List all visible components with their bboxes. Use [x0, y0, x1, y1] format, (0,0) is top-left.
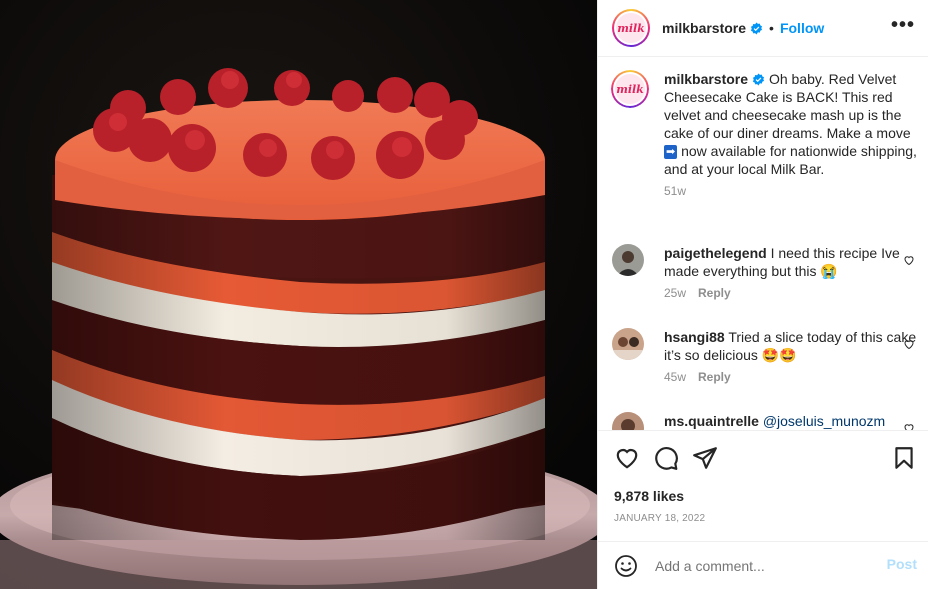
comment-body: ms.quaintrelle @joseluis_munozm: [664, 412, 917, 430]
author-username[interactable]: milkbarstore: [662, 20, 746, 36]
caption-meta: 51w: [664, 184, 917, 198]
caption-timestamp[interactable]: 51w: [664, 184, 686, 198]
comment-username[interactable]: hsangi88: [664, 329, 725, 345]
comment-like-heart-icon[interactable]: [903, 338, 915, 350]
bookmark-icon[interactable]: [891, 445, 917, 471]
caption-text-2: now available for nationwide shipping, a…: [664, 143, 917, 177]
post-comment-button[interactable]: Post: [887, 556, 917, 572]
post-header: milk milkbarstore • Follow •••: [598, 0, 928, 57]
comment-username[interactable]: ms.quaintrelle: [664, 413, 759, 429]
comment-meta: 25w Reply: [664, 286, 917, 300]
comment-meta: 45w Reply: [664, 370, 917, 384]
commenter-avatar[interactable]: [612, 244, 644, 276]
share-icon[interactable]: [692, 445, 718, 471]
separator-dot: •: [769, 20, 774, 36]
avatar-logo-text: milk: [616, 13, 646, 43]
post-actions: 9,878 likes JANUARY 18, 2022: [598, 430, 928, 541]
cake-photo: [0, 0, 597, 589]
post-image[interactable]: [0, 0, 597, 589]
verified-badge-icon: [751, 22, 763, 34]
comment-timestamp[interactable]: 25w: [664, 286, 686, 300]
caption-verified-icon: [753, 73, 765, 86]
comment-timestamp[interactable]: 45w: [664, 370, 686, 384]
comment-body: hsangi88 Tried a slice today of this cak…: [664, 328, 917, 364]
comments-list[interactable]: milk milkbarstore Oh baby. Red Velvet Ch…: [598, 58, 928, 430]
follow-button[interactable]: Follow: [780, 20, 824, 36]
comment-mention[interactable]: @joseluis_munozm: [763, 413, 885, 429]
caption-username[interactable]: milkbarstore: [664, 71, 748, 87]
caption-avatar[interactable]: milk: [611, 70, 649, 108]
caption: milk milkbarstore Oh baby. Red Velvet Ch…: [611, 70, 917, 198]
commenter-avatar[interactable]: [612, 412, 644, 430]
reply-button[interactable]: Reply: [698, 286, 731, 300]
comment-item: paigethelegend I need this recipe Ive ma…: [612, 244, 917, 300]
action-icons: [612, 445, 917, 473]
more-options-icon[interactable]: •••: [891, 15, 915, 35]
comment-item: hsangi88 Tried a slice today of this cak…: [612, 328, 917, 384]
commenter-avatar[interactable]: [612, 328, 644, 360]
arrow-emoji-icon: ➡: [664, 145, 678, 159]
comment-like-heart-icon[interactable]: [903, 422, 915, 430]
add-comment-bar: Post: [598, 541, 928, 589]
reply-button[interactable]: Reply: [698, 370, 731, 384]
post-side-panel: milk milkbarstore • Follow ••• milk milk…: [597, 0, 928, 589]
author-avatar[interactable]: milk: [612, 9, 650, 47]
comment-like-heart-icon[interactable]: [903, 254, 915, 266]
comment-body: paigethelegend I need this recipe Ive ma…: [664, 244, 917, 280]
emoji-icon[interactable]: [614, 554, 638, 578]
caption-body: milkbarstore Oh baby. Red Velvet Cheesec…: [664, 70, 917, 178]
comment-item: ms.quaintrelle @joseluis_munozm: [612, 412, 917, 430]
post-date: JANUARY 18, 2022: [614, 513, 706, 524]
likes-count[interactable]: 9,878 likes: [614, 488, 684, 504]
comment-icon[interactable]: [653, 445, 679, 471]
comment-username[interactable]: paigethelegend: [664, 245, 767, 261]
caption-avatar-logo-text: milk: [615, 74, 645, 104]
heart-icon[interactable]: [614, 445, 640, 471]
